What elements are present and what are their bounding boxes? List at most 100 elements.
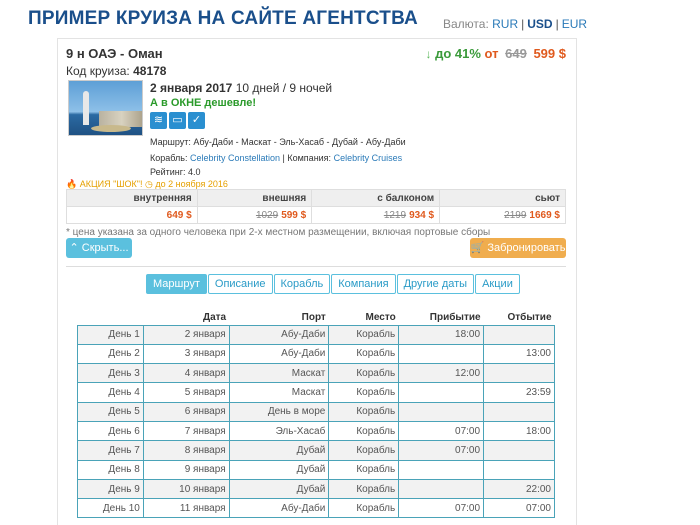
tab-description[interactable]: Описание [207,274,273,294]
price-header-inside: внутренняя [66,189,198,207]
currency-rur[interactable]: RUR [492,17,518,31]
tab-bar: Маршрут Описание Корабль Компания Другие… [146,274,520,294]
itinerary-cell-port: Абу-Даби [228,343,330,365]
cruise-duration: 10 дней / 9 ночей [235,81,333,95]
itinerary-cell-day: День 4 [77,382,144,403]
cruise-date: 2 января 2017 [150,81,233,95]
itinerary-cell-day: День 2 [77,343,144,365]
tab-route[interactable]: Маршрут [146,274,207,294]
itinerary-table: Дата Порт Место Прибытие Отбытие День 12 янв… [77,311,555,519]
table-row: День 89 января Дубай Корабль [77,459,555,480]
itinerary-cell-arrival [398,459,485,480]
table-row: День 56 января День в море Корабль [77,401,555,422]
itinerary-cell-date: 2 января [142,324,230,345]
tab-other-dates[interactable]: Другие даты [396,274,475,294]
bus-icon: ▭ [169,112,186,129]
itinerary-cell-departure: 13:00 [483,343,555,365]
page-title: ПРИМЕР КРУИЗА НА САЙТЕ АГЕНТСТВА [28,8,418,29]
itinerary-cell-date: 10 января [142,478,230,500]
itinerary-cell-port: Дубай [228,478,330,500]
price-cell-outside[interactable]: 1029 599 $ [196,206,313,224]
itinerary-cell-arrival: 12:00 [398,363,485,384]
cruise-code-value: 48178 [133,64,167,78]
itinerary-cell-place: Корабль [328,459,400,480]
thumbs-up-icon: ✓ [188,112,205,129]
itinerary-cell-place: Корабль [328,420,400,442]
itinerary-cell-departure: 23:59 [483,382,555,403]
table-row: День 23 января Абу-Даби Корабль 13:00 [77,343,555,365]
itinerary-cell-day: День 1 [77,324,144,345]
itinerary-cell-day: День 6 [77,420,144,442]
arrow-down-icon: ↓ [425,47,432,61]
itinerary-cell-departure: 22:00 [483,478,555,500]
ship-photo[interactable] [68,80,143,136]
itinerary-cell-place: Корабль [328,324,400,345]
currency-usd[interactable]: USD [527,17,552,31]
divider [66,266,566,267]
itinerary-cell-date: 5 января [142,382,230,403]
price-header-suite: сьют [439,189,566,207]
cruise-code-label: Код круиза: [66,64,130,78]
price-header-outside: внешняя [196,189,313,207]
currency-label: Валюта: [443,17,489,31]
itinerary-cell-place: Корабль [328,363,400,384]
itinerary-cell-port: Эль-Хасаб [228,420,330,442]
company-link[interactable]: Celebrity Cruises [334,153,403,163]
itinerary-cell-day: День 3 [77,363,144,384]
cruise-code: Код круиза: 48178 [66,64,166,78]
itinerary-cell-date: 4 января [142,363,230,384]
itinerary-cell-date: 6 января [142,401,230,422]
itinerary-header-port: Порт [301,312,326,324]
currency-switcher: Валюта: RUR | USD | EUR [443,17,588,31]
cart-icon: 🛒 [470,242,485,254]
itinerary-cell-day: День 5 [77,401,144,422]
old-price: 649 [505,46,527,61]
itinerary-cell-place: Корабль [328,401,400,422]
itinerary-cell-date: 9 января [142,459,230,480]
itinerary-cell-port: День в море [228,401,330,422]
itinerary-cell-port: Абу-Даби [228,324,330,345]
price-table: внутренняя внешняя с балконом сьют 649 $… [66,189,566,224]
itinerary-cell-port: Абу-Даби [228,498,330,519]
tab-ship[interactable]: Корабль [273,274,331,294]
cruise-dates: 2 января 2017 10 дней / 9 ночей [150,81,332,95]
itinerary-cell-port: Маскат [228,382,330,403]
table-row: День 34 января Маскат Корабль 12:00 [77,363,555,384]
itinerary-header-arrival: Прибытие [429,312,481,324]
itinerary-header-day [78,311,144,325]
currency-eur[interactable]: EUR [562,17,587,31]
ship-company-line: Корабль: Celebrity Constellation | Компа… [150,153,403,163]
itinerary-cell-place: Корабль [328,440,400,461]
tab-promotions[interactable]: Акции [475,274,520,294]
chevron-up-icon: ⌃ [69,242,79,254]
itinerary-cell-departure [483,363,555,384]
tab-company[interactable]: Компания [331,274,396,294]
price-header-balcony: с балконом [311,189,441,207]
itinerary-cell-date: 7 января [142,420,230,442]
itinerary-cell-day: День 8 [77,459,144,480]
itinerary-cell-departure [483,401,555,422]
price-cell-inside[interactable]: 649 $ [66,206,198,224]
cruise-name[interactable]: 9 н ОАЭ - Оман [66,46,163,61]
itinerary-cell-arrival [398,478,485,500]
itinerary-header-place: Место [365,312,396,324]
itinerary-cell-day: День 9 [77,478,144,500]
itinerary-cell-arrival: 07:00 [398,498,485,519]
itinerary-cell-departure: 07:00 [483,498,555,519]
itinerary-cell-date: 11 января [142,498,230,519]
price-note: * цена указана за одного человека при 2-… [66,227,491,238]
itinerary-cell-place: Корабль [328,498,400,519]
discount-percent: до 41% [435,46,481,61]
book-button[interactable]: 🛒 Забронировать [470,238,566,258]
itinerary-cell-place: Корабль [328,343,400,365]
itinerary-cell-place: Корабль [328,382,400,403]
table-row: День 67 января Эль-Хасаб Корабль 07:00 18:00 [77,420,555,442]
hide-button[interactable]: ⌃ Скрыть... [66,238,132,258]
itinerary-cell-arrival: 18:00 [398,324,485,345]
price-cell-suite[interactable]: 2199 1669 $ [439,206,566,224]
table-row: День 45 января Маскат Корабль 23:59 [77,382,555,403]
fire-icon: 🔥 [66,179,78,189]
ship-link[interactable]: Celebrity Constellation [190,153,280,163]
okno-notice: А в ОКНЕ дешевле! [150,97,257,109]
price-cell-balcony[interactable]: 1219 934 $ [311,206,441,224]
